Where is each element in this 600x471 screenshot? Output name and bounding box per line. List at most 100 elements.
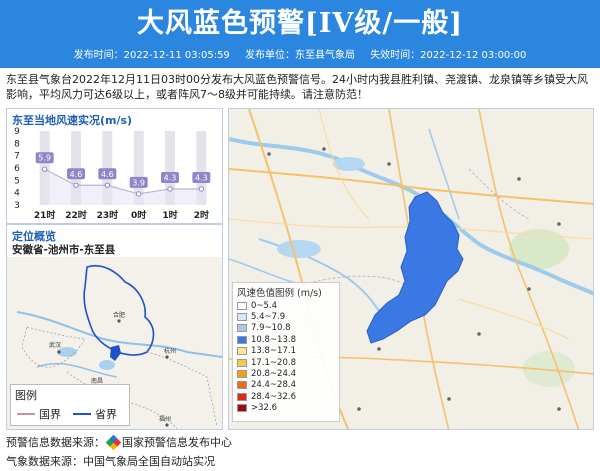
map-town-dot [322,147,326,151]
wind-legend-swatch [237,404,247,413]
publisher: 发布单位：东至县气象局 [245,50,355,61]
wind-point[interactable] [135,191,142,197]
x-tick-label: 0时 [131,209,146,221]
wind-legend-item: 17.1~20.8 [233,357,339,368]
x-tick-label: 21时 [34,209,56,221]
overview-lake [99,360,115,370]
wind-value-label: 5.9 [38,154,51,163]
y-tick-label: 7 [14,152,20,162]
wind-point[interactable] [41,166,48,172]
wind-legend-label: 10.8~13.8 [251,334,296,345]
wind-value-label: 4.3 [164,173,177,182]
wind-legend-label: 7.9~10.8 [251,323,291,334]
wind-legend-swatch [237,301,247,310]
national-border-swatch [17,413,35,415]
map-town-dot [377,347,381,351]
wind-speed-chart: 3 4 5 6 7 8 9 5.9 4.6 4.6 3.9 4.3 4.3 21时 22时 23时 0时 1时 2时 [14,127,211,221]
wind-legend-label: >32.6 [251,403,278,414]
wind-value-label: 3.9 [132,178,145,187]
wind-legend-label: 28.4~32.6 [251,391,296,402]
national-border-label: 国界 [39,408,61,421]
map-town-dot [267,152,271,156]
wind-legend-item: 0~5.4 [233,300,339,311]
map-lake [333,157,365,171]
location-region: 安徽省-池州市-东至县 [12,244,116,256]
map-town-dot [477,332,481,336]
city-label-hangzhou: 杭州 [164,347,176,355]
wind-legend-item: 28.4~32.6 [233,391,339,402]
wind-legend-swatch [237,370,247,379]
map-town-dot [357,407,361,411]
y-tick-label: 3 [14,201,20,211]
wind-legend-label: 24.4~28.4 [251,380,296,391]
wind-value-label: 4.6 [70,170,83,179]
city-label-wuhan: 武汉 [49,341,61,349]
city-dot [57,350,61,354]
wind-legend-label: 0~5.4 [251,300,278,311]
city-dot [165,423,169,427]
map-town-dot [447,397,451,401]
province-border-swatch [73,413,91,415]
wind-speed-panel: 东至当地风速实况(m/s) 3 4 5 6 7 8 9 5.9 4.6 4.6 3.9 4.3 4.3 2… [6,108,223,224]
expire-time: 失效时间：2022-12-12 03:00:00 [370,50,527,61]
wind-legend-item: 20.8~24.4 [233,368,339,379]
wind-legend-label: 5.4~7.9 [251,312,286,323]
wind-value-label: 4.3 [195,173,208,182]
publish-time: 发布时间：2022-12-11 03:05:59 [73,50,230,61]
wind-legend-label: 13.8~17.1 [251,346,296,357]
wind-legend-item: 5.4~7.9 [233,311,339,322]
wind-point[interactable] [167,186,173,192]
wind-legend-label: 17.1~20.8 [251,357,296,368]
wind-legend-swatch [237,335,247,344]
wind-legend-swatch [237,381,247,390]
wind-legend-item: 13.8~17.1 [233,346,339,357]
wind-legend-swatch [237,313,247,322]
overview-legend: 图例 国界 省界 [10,384,130,426]
map-town-dot [527,287,531,291]
wind-legend-title: 风速色值图例 (m/s) [237,288,322,299]
warning-title: 大风蓝色预警[IV级/一般] [137,8,463,39]
map-lake [277,240,321,258]
wind-point[interactable] [198,186,205,192]
x-tick-label: 23时 [97,209,119,221]
wind-legend-swatch [237,392,247,401]
wind-point[interactable] [73,182,79,188]
wind-legend-swatch [237,358,247,367]
wind-legend-swatch [237,347,247,356]
city-dot [117,319,121,323]
x-tick-label: 1时 [162,209,177,221]
x-tick-label: 22时 [65,209,87,221]
wind-legend-item: 7.9~10.8 [233,323,339,334]
wind-legend-item: 24.4~28.4 [233,380,339,391]
overview-legend-title: 图例 [15,389,37,402]
wind-legend-item: 10.8~13.8 [233,334,339,345]
warning-center-logo-icon [105,434,122,450]
city-dot [165,355,169,359]
y-tick-label: 5 [14,176,20,186]
source1-label: 预警信息数据来源： [6,436,105,449]
source2-text: 气象数据来源：中国气象局全国自动站实况 [6,455,215,468]
y-tick-label: 8 [14,139,20,149]
map-town-dot [557,407,561,411]
wind-point[interactable] [104,182,111,188]
y-tick-label: 4 [14,189,20,199]
city-label-hefei: 合肥 [113,311,125,319]
footer-source-warning: 预警信息数据来源： 国家预警信息发布中心 [6,434,232,450]
warning-description: 东至县气象台2022年12月11日03时00分发布大风蓝色预警信号。24小时内我… [6,73,588,101]
footer-source-weather: 气象数据来源：中国气象局全国自动站实况 [6,453,215,469]
x-tick-label: 2时 [194,209,209,221]
y-tick-label: 6 [14,164,20,174]
legend-item-province-border: 省界 [73,406,117,422]
city-label-fuzhou: 福州 [159,415,171,423]
warning-header: 大风蓝色预警[IV级/一般] 发布时间：2022-12-11 03:05:59 … [0,0,600,68]
map-town-dot [557,222,561,226]
wind-legend-label: 20.8~24.4 [251,369,296,380]
warning-meta: 发布时间：2022-12-11 03:05:59 发布单位：东至县气象局 失效时… [0,49,600,63]
legend-item-national-border: 国界 [17,406,61,422]
source1-value[interactable]: 国家预警信息发布中心 [122,434,232,450]
wind-legend-swatch [237,324,247,333]
province-border-label: 省界 [95,408,117,421]
wind-legend-item: >32.6 [233,403,339,414]
y-tick-label: 9 [14,127,20,137]
wind-value-label: 4.6 [101,170,114,179]
